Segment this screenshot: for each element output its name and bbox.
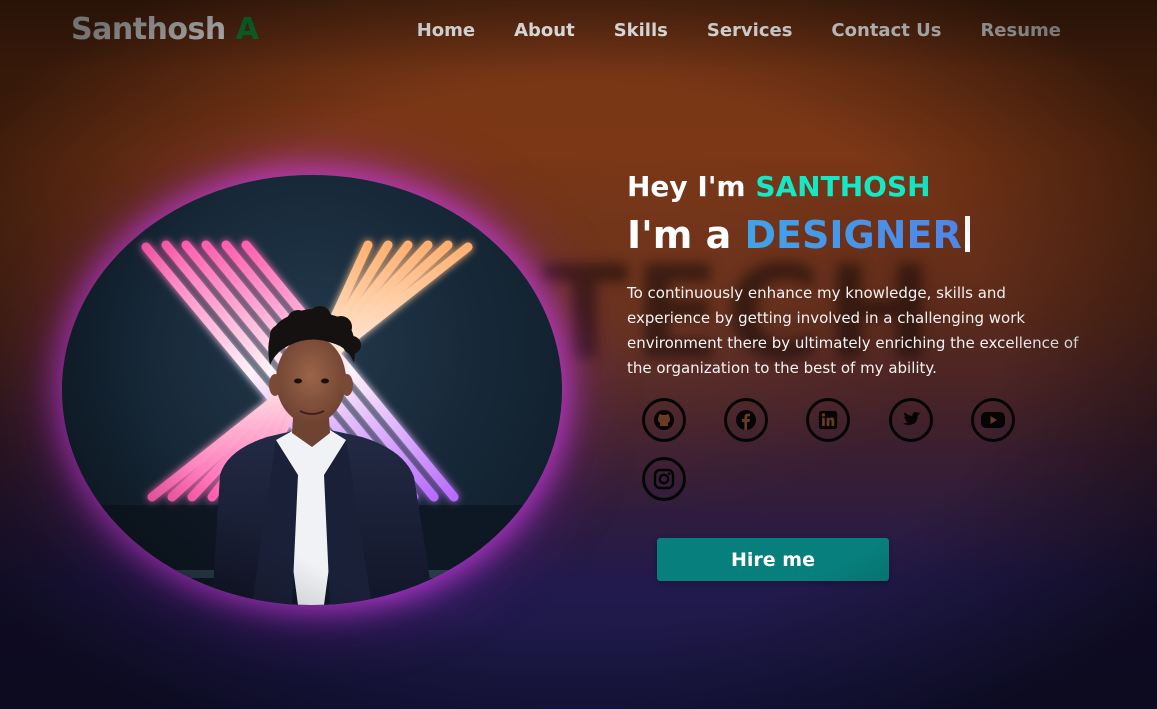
instagram-link[interactable] — [642, 457, 686, 501]
nav-link-about[interactable]: About — [514, 20, 575, 41]
github-link[interactable] — [642, 398, 686, 442]
greeting-prefix: Hey I'm — [627, 170, 746, 203]
role-prefix: I'm a — [627, 213, 732, 257]
brand-initial: A — [235, 12, 259, 47]
brand-name: Santhosh — [71, 12, 226, 47]
linkedin-link[interactable] — [806, 398, 850, 442]
nav-link-contact-us[interactable]: Contact Us — [831, 20, 941, 41]
facebook-link[interactable] — [724, 398, 768, 442]
hire-me-button[interactable]: Hire me — [657, 538, 889, 581]
nav-link-services[interactable]: Services — [707, 20, 793, 41]
main-menu: Home About Skills Services Contact Us Re… — [417, 20, 1061, 41]
greeting-heading: Hey I'm SANTHOSH — [627, 170, 1097, 203]
nav-link-home[interactable]: Home — [417, 20, 475, 41]
instagram-icon — [653, 468, 675, 490]
typed-role: DESIGNER — [744, 213, 962, 257]
linkedin-icon — [818, 410, 838, 430]
youtube-link[interactable] — [971, 398, 1015, 442]
brand-logo[interactable]: Santhosh A — [71, 12, 259, 47]
greeting-name: SANTHOSH — [755, 170, 931, 203]
profile-photo — [62, 175, 562, 605]
portfolio-page: TECH Santhosh A Home About Skills Servic… — [0, 0, 1157, 709]
profile-photo-illustration — [62, 240, 562, 605]
twitter-link[interactable] — [889, 398, 933, 442]
nav-link-resume[interactable]: Resume — [980, 20, 1061, 41]
top-navbar: Santhosh A Home About Skills Services Co… — [0, 0, 1157, 66]
youtube-icon — [981, 412, 1005, 428]
role-heading: I'm a DESIGNER — [627, 213, 1097, 257]
github-icon — [654, 410, 674, 430]
twitter-icon — [902, 412, 921, 425]
bio-text: To continuously enhance my knowledge, sk… — [627, 284, 1079, 377]
hero-text: Hey I'm SANTHOSH I'm a DESIGNER To conti… — [627, 170, 1097, 381]
typing-cursor — [964, 216, 970, 252]
facebook-icon — [736, 410, 756, 430]
nav-link-skills[interactable]: Skills — [614, 20, 668, 41]
